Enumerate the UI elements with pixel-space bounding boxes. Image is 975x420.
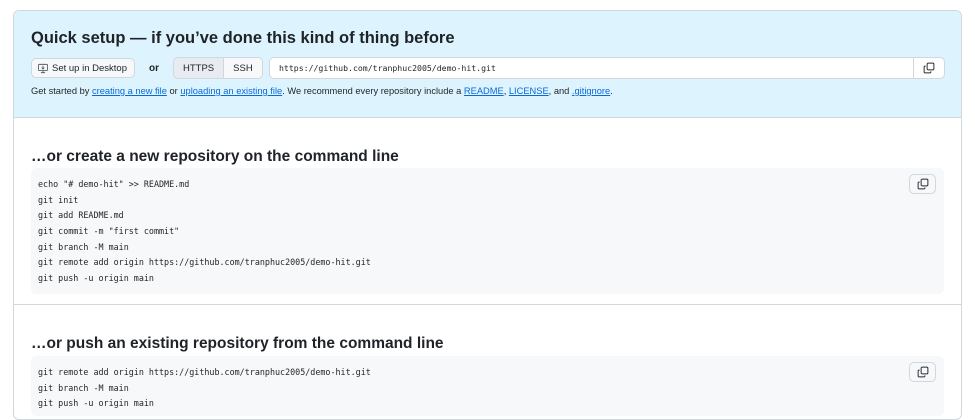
clone-toolbar: Set up in Desktop or HTTPS SSH [31, 57, 263, 79]
or-label: or [149, 62, 159, 74]
new-repo-section: …or create a new repository on the comma… [14, 118, 961, 305]
code-line: git add README.md [38, 210, 124, 221]
intro-text-2: or [166, 86, 181, 96]
clone-url-field[interactable]: https://github.com/tranphuc2005/demo-hit… [269, 57, 945, 79]
code-line: git commit -m "first commit" [38, 226, 180, 237]
copy-new-repo-commands-button[interactable] [909, 174, 936, 194]
ssh-tab[interactable]: SSH [224, 58, 262, 78]
push-existing-title: …or push an existing repository from the… [31, 335, 444, 352]
intro-text-6: . [610, 86, 613, 96]
code-line: echo "# demo-hit" >> README.md [38, 179, 190, 189]
copy-icon [917, 366, 928, 378]
copy-icon [923, 62, 935, 74]
code-line: git init [38, 194, 79, 205]
code-line: git push -u origin main [38, 273, 154, 284]
gitignore-link[interactable]: .gitignore [572, 86, 610, 96]
code-line: git remote add origin https://github.com… [38, 367, 371, 377]
code-line: git remote add origin https://github.com… [38, 257, 371, 268]
copy-icon [917, 178, 928, 190]
setup-in-desktop-button[interactable]: Set up in Desktop [31, 58, 135, 78]
license-link[interactable]: LICENSE [509, 86, 549, 96]
protocol-selector: HTTPS SSH [173, 57, 263, 79]
clone-url-text[interactable]: https://github.com/tranphuc2005/demo-hit… [279, 63, 496, 73]
empty-repo-setup-panel: Quick setup — if you’ve done this kind o… [13, 10, 962, 420]
push-existing-code-block[interactable]: git remote add origin https://github.com… [31, 356, 944, 416]
code-line: git push -u origin main [38, 398, 154, 409]
new-repo-title: …or create a new repository on the comma… [31, 148, 399, 165]
copy-url-button[interactable] [913, 57, 944, 79]
create-new-file-link[interactable]: creating a new file [92, 86, 167, 96]
intro-text-1: Get started by [31, 86, 92, 96]
code-line: git branch -M main [38, 241, 129, 252]
readme-link[interactable]: README [464, 86, 504, 96]
intro-text-3: . We recommend every repository include … [282, 86, 464, 96]
quick-setup-title: Quick setup — if you’ve done this kind o… [31, 29, 455, 47]
https-tab[interactable]: HTTPS [174, 58, 225, 78]
desktop-download-icon [38, 63, 48, 73]
intro-text-5: , and [548, 86, 572, 96]
new-repo-code-block[interactable]: echo "# demo-hit" >> README.md git init … [31, 168, 944, 294]
upload-existing-file-link[interactable]: uploading an existing file [180, 86, 282, 96]
copy-push-commands-button[interactable] [909, 362, 936, 382]
push-existing-section: …or push an existing repository from the… [14, 305, 961, 419]
get-started-text: Get started by creating a new file or up… [31, 86, 613, 96]
quick-setup-box: Quick setup — if you’ve done this kind o… [14, 11, 961, 118]
code-line: git branch -M main [38, 382, 129, 393]
setup-in-desktop-label: Set up in Desktop [52, 62, 127, 74]
